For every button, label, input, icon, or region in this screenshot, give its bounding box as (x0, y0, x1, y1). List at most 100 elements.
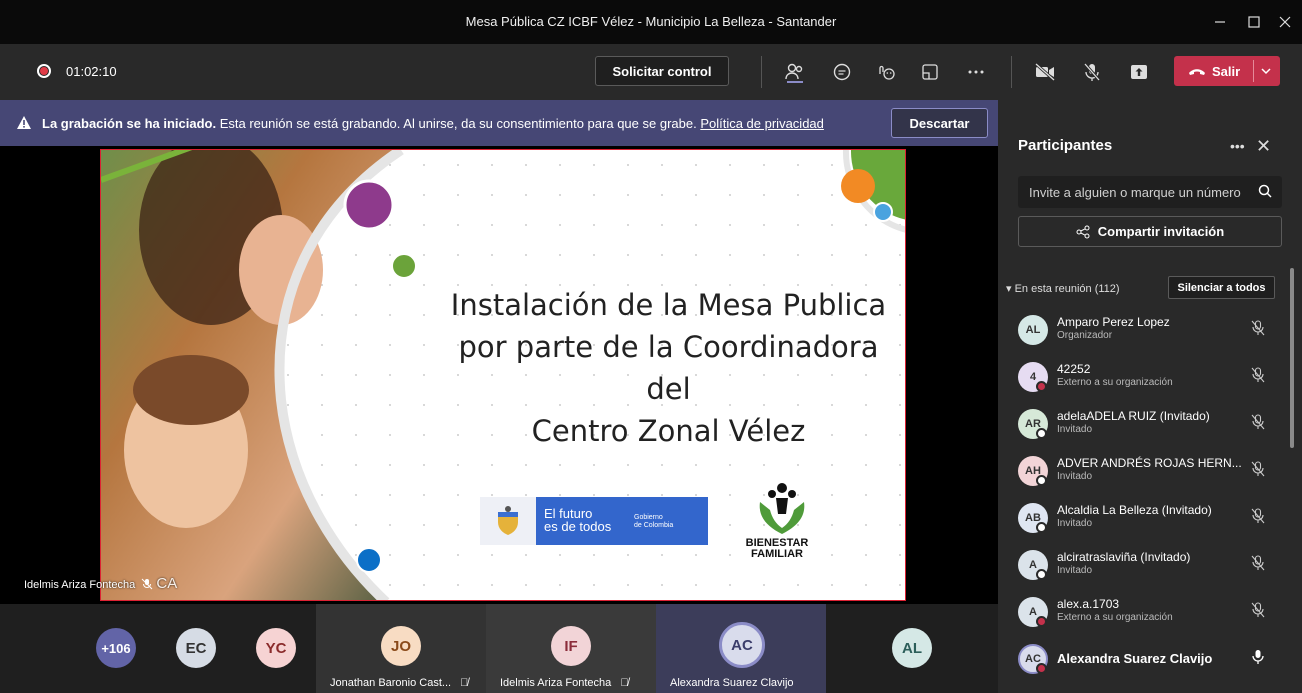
video-tile[interactable]: IF Idelmis Ariza Fontecha 🎙̸ (486, 604, 656, 693)
avatar: JO (381, 626, 421, 666)
breakout-rooms-icon[interactable] (916, 58, 944, 86)
banner-text: La grabación se ha iniciado. Esta reunió… (42, 116, 824, 131)
share-invite-button[interactable]: Compartir invitación (1018, 216, 1282, 247)
gov-logo-line2: es de todos (544, 519, 612, 534)
presence-badge (1036, 569, 1047, 580)
video-tile-speaking[interactable]: AC Alexandra Suarez Clavijo (656, 604, 826, 693)
recording-icon (37, 64, 51, 78)
share-icon (1076, 225, 1090, 239)
video-tile[interactable]: AL (826, 604, 998, 693)
presenter-extra: CA (156, 575, 178, 592)
mic-off-icon[interactable] (1078, 58, 1106, 86)
participant-row[interactable]: AB Alcaldia La Belleza (Invitado) Invitado (998, 495, 1288, 541)
light-blue-dot (873, 202, 893, 222)
privacy-policy-link[interactable]: Política de privacidad (700, 116, 824, 131)
slide-title-line: Centro Zonal Vélez (531, 414, 806, 448)
overflow-tile[interactable]: +106 (80, 604, 160, 693)
participant-role: Invitado (1057, 424, 1093, 435)
avatar: IF (551, 626, 591, 666)
participant-name: alciratraslaviña (Invitado) (1057, 550, 1191, 564)
share-screen-icon[interactable] (1125, 58, 1153, 86)
presence-badge (1036, 522, 1047, 533)
mute-all-button[interactable]: Silenciar a todos (1168, 276, 1275, 299)
leave-label: Salir (1212, 63, 1241, 79)
maximize-icon[interactable] (1237, 8, 1271, 36)
participant-role: Invitado (1057, 471, 1093, 482)
slide-title-line: Instalación de la Mesa Publica (450, 288, 887, 322)
avatar: AL (892, 628, 932, 668)
mic-off-icon[interactable] (1250, 554, 1266, 572)
participant-name: alex.a.1703 (1057, 597, 1120, 611)
bienestar-familiar-logo: BIENESTAR FAMILIAR (737, 480, 817, 570)
purple-dot (343, 179, 395, 231)
video-tile[interactable]: EC (160, 604, 240, 693)
participant-role: Externo a su organización (1057, 612, 1173, 623)
invite-search-input[interactable]: Invite a alguien o marque un número (1018, 176, 1282, 208)
tile-name: Alexandra Suarez Clavijo (670, 677, 794, 689)
tile-name: Jonathan Baronio Cast... 🎙̸ (330, 677, 469, 689)
presence-badge (1036, 616, 1047, 627)
panel-more-icon[interactable]: ••• (1230, 138, 1245, 154)
government-logo: El futuro es de todos Gobierno de Colomb… (480, 497, 708, 545)
presentation-slide: Instalación de la Mesa Publica por parte… (100, 149, 906, 601)
presenter-name: Idelmis Ariza Fontecha (24, 579, 136, 591)
toolbar-divider (761, 56, 762, 88)
chat-icon[interactable] (828, 58, 856, 86)
participant-role: Invitado (1057, 565, 1093, 576)
avatar: AC (719, 622, 765, 668)
more-options-icon[interactable] (962, 58, 990, 86)
participant-row[interactable]: 4 42252 Externo a su organización (998, 354, 1288, 400)
dismiss-button[interactable]: Descartar (891, 108, 988, 138)
minimize-icon[interactable] (1203, 8, 1237, 36)
in-meeting-section-header[interactable]: ▾ En esta reunión (112) (1006, 282, 1120, 295)
camera-off-icon[interactable] (1031, 58, 1059, 86)
search-icon (1258, 184, 1272, 198)
mic-off-icon[interactable] (1250, 601, 1266, 619)
photo-child-hair (133, 355, 249, 425)
toolbar-divider (1011, 56, 1012, 88)
participant-name: adelaADELA RUIZ (Invitado) (1057, 409, 1210, 423)
participant-row[interactable]: AR adelaADELA RUIZ (Invitado) Invitado (998, 401, 1288, 447)
video-tile[interactable]: YC (240, 604, 320, 693)
mic-off-icon[interactable] (1250, 413, 1266, 431)
mic-on-icon[interactable] (1250, 648, 1266, 666)
share-invite-label: Compartir invitación (1097, 224, 1225, 239)
video-tile[interactable]: JO Jonathan Baronio Cast... 🎙̸ (316, 604, 486, 693)
participants-icon[interactable] (781, 58, 809, 86)
search-placeholder: Invite a alguien o marque un número (1029, 185, 1241, 200)
mic-off-icon (141, 578, 153, 590)
leave-button[interactable]: Salir (1174, 56, 1280, 86)
mic-off-icon[interactable] (1250, 319, 1266, 337)
avatar: YC (256, 628, 296, 668)
banner-message: Esta reunión se está grabando. Al unirse… (216, 116, 701, 131)
participants-panel: Participantes ••• ✕ Invite a alguien o m… (998, 100, 1302, 693)
slide-title: Instalación de la Mesa Publica por parte… (436, 284, 901, 452)
participant-row[interactable]: AC Alexandra Suarez Clavijo (998, 636, 1288, 682)
participant-row[interactable]: Aalex.a.1703 Externo a su organización (998, 589, 1288, 635)
mic-off-icon[interactable] (1250, 366, 1266, 384)
recording-banner: La grabación se ha iniciado. Esta reunió… (0, 100, 998, 146)
green-dot (391, 253, 417, 279)
participant-name: 42252 (1057, 362, 1091, 376)
participant-role: Invitado (1057, 518, 1093, 529)
title-bar: Mesa Pública CZ ICBF Vélez - Municipio L… (0, 0, 1302, 44)
participant-row[interactable]: Aalciratraslaviña (Invitado) Invitado (998, 542, 1288, 588)
participant-row[interactable]: AL Amparo Perez Lopez Organizador (998, 307, 1288, 353)
participant-role: Externo a su organización (1057, 377, 1173, 388)
avatar: AL (1018, 315, 1048, 345)
orange-dot (841, 169, 875, 203)
participant-row[interactable]: AH ADVER ANDRÉS ROJAS HERN... Invitado (998, 448, 1288, 494)
mic-off-icon[interactable] (1250, 460, 1266, 478)
reactions-icon[interactable] (872, 58, 900, 86)
request-control-button[interactable]: Solicitar control (595, 56, 729, 86)
tile-name: Idelmis Ariza Fontecha 🎙̸ (500, 677, 629, 689)
mic-off-icon[interactable] (1250, 507, 1266, 525)
presence-badge (1036, 381, 1047, 392)
scrollbar[interactable] (1290, 268, 1294, 448)
photo-mother-face (239, 215, 323, 325)
close-icon[interactable] (1268, 8, 1302, 36)
panel-close-icon[interactable]: ✕ (1256, 136, 1271, 157)
participant-name: Amparo Perez Lopez (1057, 315, 1170, 329)
chevron-down-icon[interactable] (1260, 62, 1272, 80)
overflow-count[interactable]: +106 (96, 628, 136, 668)
